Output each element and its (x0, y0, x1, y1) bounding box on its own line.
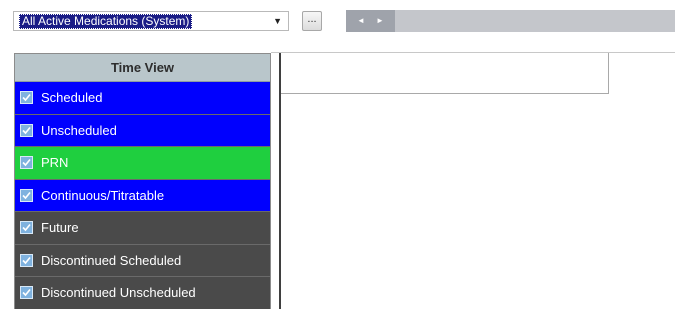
category-label: Unscheduled (41, 122, 117, 138)
category-label: Future (41, 220, 79, 236)
category-row-unscheduled[interactable]: Unscheduled (15, 114, 270, 147)
timeline-scrollbar[interactable]: ◄ ► (346, 10, 675, 32)
checkbox-checked-icon[interactable] (20, 123, 33, 137)
medication-filter-value: All Active Medications (System) (19, 13, 193, 29)
more-options-button[interactable]: ... (302, 11, 322, 31)
checkbox-checked-icon[interactable] (20, 188, 33, 202)
mar-window: All Active Medications (System) ▼ ... ◄ … (0, 0, 675, 309)
timeline-scroll-nav: ◄ ► (346, 10, 395, 32)
category-row-scheduled[interactable]: Scheduled (15, 82, 270, 115)
category-row-continuous-titratable[interactable]: Continuous/Titratable (15, 179, 270, 212)
time-view-panel: Time View Scheduled Unscheduled PRN Continu… (14, 53, 271, 309)
category-row-prn[interactable]: PRN (15, 147, 270, 180)
checkbox-checked-icon[interactable] (20, 221, 33, 235)
category-label: Scheduled (41, 90, 103, 106)
chevron-down-icon[interactable]: ▼ (273, 12, 282, 30)
category-list: Scheduled Unscheduled PRN Continuous/Titrat… (15, 82, 270, 309)
checkbox-checked-icon[interactable] (20, 91, 33, 105)
category-label: Continuous/Titratable (41, 187, 165, 203)
checkbox-checked-icon[interactable] (20, 156, 33, 170)
category-row-discontinued-unscheduled[interactable]: Discontinued Unscheduled (15, 277, 270, 309)
checkbox-checked-icon[interactable] (20, 253, 33, 267)
time-view-header: Time View (15, 54, 270, 82)
category-label: Discontinued Scheduled (41, 252, 182, 268)
category-row-discontinued-scheduled[interactable]: Discontinued Scheduled (15, 244, 270, 277)
checkbox-checked-icon[interactable] (20, 286, 33, 300)
arrow-right-icon[interactable]: ► (376, 10, 384, 32)
medication-filter-select[interactable]: All Active Medications (System) ▼ (13, 11, 289, 31)
category-row-future[interactable]: Future (15, 212, 270, 245)
category-label: PRN (41, 155, 69, 171)
timeline-header-cell (281, 53, 609, 94)
category-label: Discontinued Unscheduled (41, 285, 196, 301)
arrow-left-icon[interactable]: ◄ (357, 10, 365, 32)
